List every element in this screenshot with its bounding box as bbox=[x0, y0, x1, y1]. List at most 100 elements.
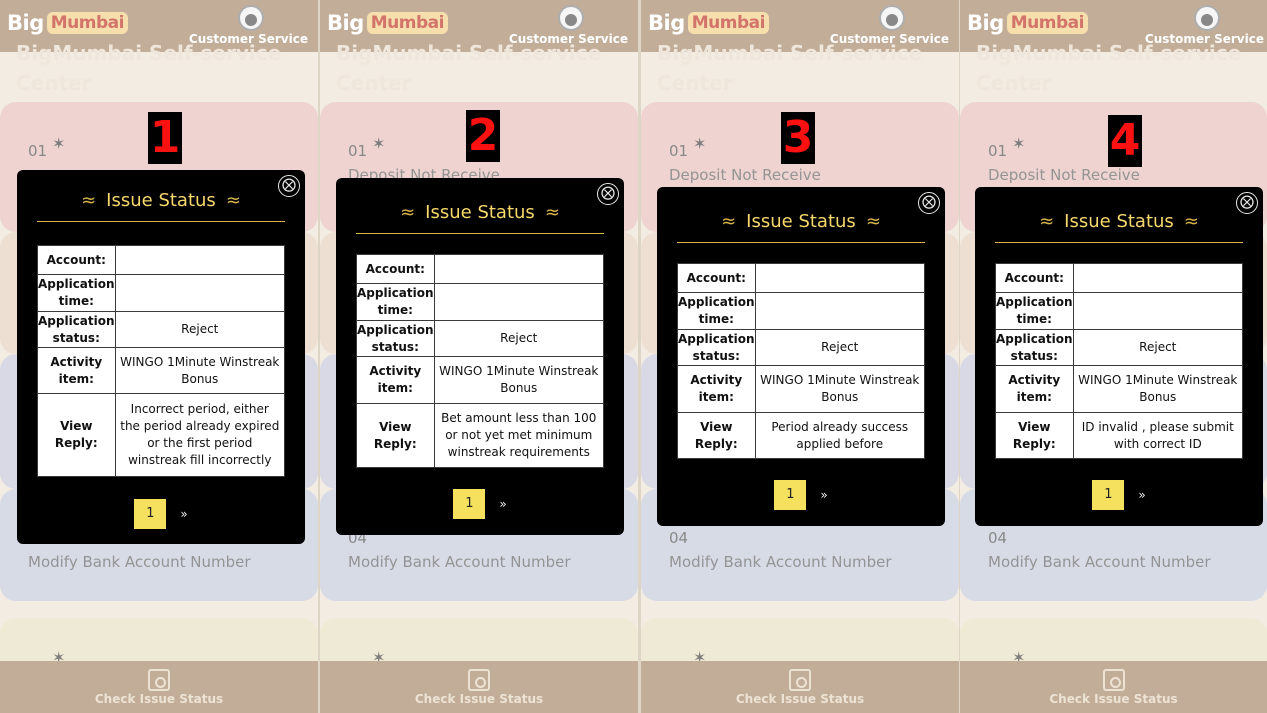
application-status-label: Application status: bbox=[677, 329, 756, 366]
application-status-value: Reject bbox=[1072, 329, 1244, 366]
next-page-button[interactable]: » bbox=[1138, 488, 1145, 502]
pagination: 1» bbox=[17, 499, 305, 529]
modal-title: ≈ Issue Status ≈ bbox=[356, 202, 604, 234]
issue-details-table: Account: Application time: Application s… bbox=[356, 254, 605, 468]
pagination: 1» bbox=[975, 480, 1263, 510]
application-status-label: Application status: bbox=[37, 311, 116, 348]
modal-title-text: Issue Status bbox=[746, 211, 856, 232]
table-row: Application time: bbox=[37, 274, 286, 312]
page-1-button[interactable]: 1 bbox=[1092, 480, 1125, 510]
app-panel-3: Big Mumbai Customer Service BigMumbai Se… bbox=[641, 0, 959, 713]
issue-status-modal: ⨂ ≈ Issue Status ≈ Account: Application ti… bbox=[336, 178, 624, 535]
comparison-panels: Big Mumbai Customer Service BigMumbai Se… bbox=[0, 0, 1267, 713]
swirl-right-icon: ≈ bbox=[225, 190, 241, 211]
table-row: Application status: Reject bbox=[677, 329, 926, 366]
issue-status-modal: ⨂ ≈ Issue Status ≈ Account: Application ti… bbox=[657, 187, 945, 526]
table-row: View Reply: Incorrect period, either the … bbox=[37, 393, 286, 477]
activity-item-value: WINGO 1Minute Winstreak Bonus bbox=[114, 347, 286, 394]
modal-title-text: Issue Status bbox=[425, 202, 535, 223]
application-time-value bbox=[433, 283, 605, 321]
application-time-label: Application time: bbox=[356, 283, 435, 321]
page-1-button[interactable]: 1 bbox=[453, 489, 486, 519]
swirl-right-icon: ≈ bbox=[865, 211, 881, 232]
table-row: Application status: Reject bbox=[995, 329, 1244, 366]
app-panel-1: Big Mumbai Customer Service BigMumbai Se… bbox=[0, 0, 318, 713]
table-row: Account: bbox=[677, 263, 926, 293]
pagination: 1» bbox=[336, 489, 624, 519]
account-value bbox=[1072, 263, 1244, 293]
pagination: 1» bbox=[657, 480, 945, 510]
page-1-button[interactable]: 1 bbox=[134, 499, 167, 529]
account-label: Account: bbox=[995, 263, 1074, 293]
swirl-left-icon: ≈ bbox=[81, 190, 97, 211]
issue-status-modal: ⨂ ≈ Issue Status ≈ Account: Application ti… bbox=[975, 187, 1263, 526]
table-row: Account: bbox=[356, 254, 605, 284]
modal-title-text: Issue Status bbox=[1064, 211, 1174, 232]
issue-details-table: Account: Application time: Application s… bbox=[37, 245, 286, 477]
activity-item-label: Activity item: bbox=[677, 365, 756, 413]
table-row: Account: bbox=[37, 245, 286, 275]
app-panel-2: Big Mumbai Customer Service BigMumbai Se… bbox=[320, 0, 638, 713]
application-time-value bbox=[754, 292, 926, 330]
app-panel-4: Big Mumbai Customer Service BigMumbai Se… bbox=[960, 0, 1267, 713]
table-row: Activity item: WINGO 1Minute Winstreak Bo… bbox=[356, 356, 605, 404]
table-row: Activity item: WINGO 1Minute Winstreak Bo… bbox=[37, 347, 286, 394]
application-time-label: Application time: bbox=[995, 292, 1074, 330]
issue-details-table: Account: Application time: Application s… bbox=[995, 263, 1244, 459]
activity-item-value: WINGO 1Minute Winstreak Bonus bbox=[433, 356, 605, 404]
panel-number-label: 3 bbox=[781, 112, 815, 164]
table-row: Application time: bbox=[995, 292, 1244, 330]
account-label: Account: bbox=[356, 254, 435, 284]
table-row: Activity item: WINGO 1Minute Winstreak Bo… bbox=[995, 365, 1244, 413]
table-row: Activity item: WINGO 1Minute Winstreak Bo… bbox=[677, 365, 926, 413]
table-row: View Reply: ID invalid , please submit wi… bbox=[995, 412, 1244, 459]
account-value bbox=[114, 245, 286, 275]
swirl-right-icon: ≈ bbox=[544, 202, 560, 223]
application-status-label: Application status: bbox=[356, 320, 435, 357]
table-row: Account: bbox=[995, 263, 1244, 293]
page-1-button[interactable]: 1 bbox=[774, 480, 807, 510]
modal-title: ≈ Issue Status ≈ bbox=[677, 211, 925, 243]
swirl-left-icon: ≈ bbox=[721, 211, 737, 232]
table-row: Application status: Reject bbox=[37, 311, 286, 348]
activity-item-label: Activity item: bbox=[37, 347, 116, 394]
swirl-right-icon: ≈ bbox=[1183, 211, 1199, 232]
table-row: View Reply: Bet amount less than 100 or n… bbox=[356, 403, 605, 468]
swirl-left-icon: ≈ bbox=[1039, 211, 1055, 232]
view-reply-value: Bet amount less than 100 or not yet met … bbox=[433, 403, 605, 468]
issue-details-table: Account: Application time: Application s… bbox=[677, 263, 926, 459]
account-value bbox=[754, 263, 926, 293]
application-status-value: Reject bbox=[754, 329, 926, 366]
next-page-button[interactable]: » bbox=[499, 497, 506, 511]
view-reply-value: ID invalid , please submit with correct … bbox=[1072, 412, 1244, 459]
next-page-button[interactable]: » bbox=[180, 507, 187, 521]
application-time-label: Application time: bbox=[677, 292, 756, 330]
view-reply-label: View Reply: bbox=[677, 412, 756, 459]
account-label: Account: bbox=[677, 263, 756, 293]
account-label: Account: bbox=[37, 245, 116, 275]
issue-status-modal: ⨂ ≈ Issue Status ≈ Account: Application ti… bbox=[17, 170, 305, 544]
activity-item-value: WINGO 1Minute Winstreak Bonus bbox=[1072, 365, 1244, 413]
application-status-label: Application status: bbox=[995, 329, 1074, 366]
next-page-button[interactable]: » bbox=[820, 488, 827, 502]
modal-title: ≈ Issue Status ≈ bbox=[995, 211, 1243, 243]
view-reply-label: View Reply: bbox=[356, 403, 435, 468]
application-time-value bbox=[114, 274, 286, 312]
view-reply-label: View Reply: bbox=[995, 412, 1074, 459]
table-row: View Reply: Period already success applie… bbox=[677, 412, 926, 459]
table-row: Application time: bbox=[356, 283, 605, 321]
panel-number-label: 2 bbox=[466, 110, 500, 162]
activity-item-label: Activity item: bbox=[356, 356, 435, 404]
account-value bbox=[433, 254, 605, 284]
view-reply-value: Incorrect period, either the period alre… bbox=[114, 393, 286, 477]
modal-title-text: Issue Status bbox=[106, 190, 216, 211]
swirl-left-icon: ≈ bbox=[400, 202, 416, 223]
table-row: Application status: Reject bbox=[356, 320, 605, 357]
view-reply-value: Period already success applied before bbox=[754, 412, 926, 459]
application-time-value bbox=[1072, 292, 1244, 330]
view-reply-label: View Reply: bbox=[37, 393, 116, 477]
table-row: Application time: bbox=[677, 292, 926, 330]
panel-number-label: 4 bbox=[1108, 115, 1142, 167]
panel-number-label: 1 bbox=[148, 112, 182, 164]
activity-item-value: WINGO 1Minute Winstreak Bonus bbox=[754, 365, 926, 413]
